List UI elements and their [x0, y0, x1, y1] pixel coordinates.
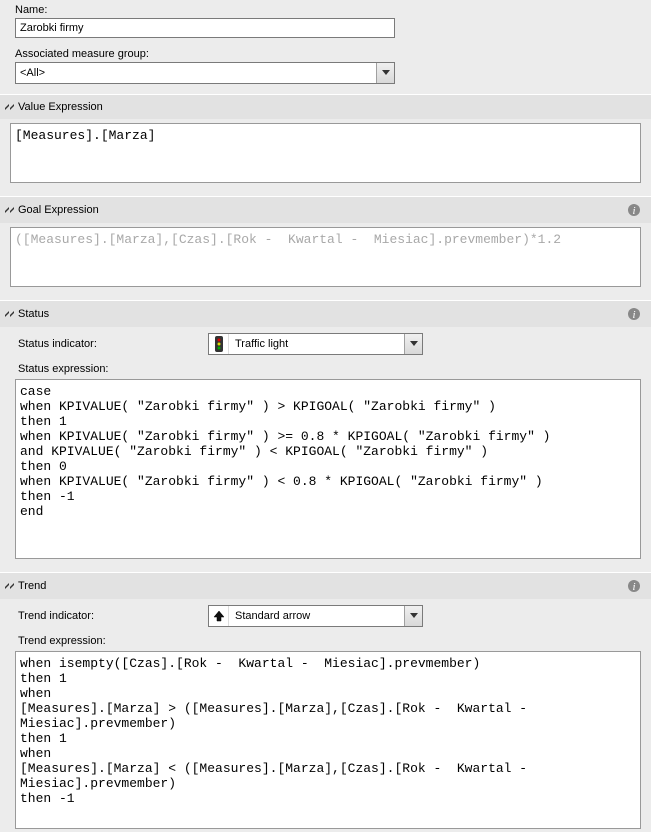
- status-title: Status: [18, 308, 627, 320]
- trend-header[interactable]: Trend i: [0, 572, 651, 599]
- collapse-icon: [4, 206, 14, 215]
- status-expression-textarea[interactable]: [15, 379, 641, 559]
- status-expression-label: Status expression:: [0, 361, 651, 377]
- collapse-icon: [4, 310, 14, 319]
- chevron-down-icon: [382, 70, 390, 76]
- trend-indicator-value: Standard arrow: [229, 610, 404, 622]
- name-label: Name:: [15, 4, 636, 16]
- traffic-light-icon: [209, 334, 229, 354]
- goal-expression-header[interactable]: Goal Expression i: [0, 196, 651, 223]
- trend-indicator-label: Trend indicator:: [18, 610, 208, 622]
- measure-group-label: Associated measure group:: [15, 48, 636, 60]
- dropdown-button[interactable]: [404, 334, 422, 354]
- trend-indicator-select[interactable]: Standard arrow: [208, 605, 423, 627]
- trend-expression-label: Trend expression:: [0, 633, 651, 649]
- info-icon[interactable]: i: [627, 307, 641, 321]
- measure-group-value: <All>: [16, 67, 376, 79]
- name-input[interactable]: [15, 18, 395, 38]
- status-header[interactable]: Status i: [0, 300, 651, 327]
- goal-expression-textarea[interactable]: [10, 227, 641, 287]
- svg-text:i: i: [632, 205, 635, 217]
- value-expression-title: Value Expression: [18, 101, 647, 113]
- arrow-up-icon: [209, 606, 229, 626]
- info-icon[interactable]: i: [627, 203, 641, 217]
- dropdown-button[interactable]: [404, 606, 422, 626]
- chevron-down-icon: [410, 613, 418, 619]
- dropdown-button[interactable]: [376, 63, 394, 83]
- value-expression-header[interactable]: Value Expression: [0, 94, 651, 119]
- goal-expression-title: Goal Expression: [18, 204, 627, 216]
- info-icon[interactable]: i: [627, 579, 641, 593]
- status-indicator-select[interactable]: Traffic light: [208, 333, 423, 355]
- status-indicator-value: Traffic light: [229, 338, 404, 350]
- status-indicator-label: Status indicator:: [18, 338, 208, 350]
- collapse-icon: [4, 582, 14, 591]
- trend-expression-textarea[interactable]: [15, 651, 641, 829]
- svg-text:i: i: [632, 581, 635, 593]
- chevron-down-icon: [410, 341, 418, 347]
- value-expression-textarea[interactable]: [10, 123, 641, 183]
- measure-group-select[interactable]: <All>: [15, 62, 395, 84]
- collapse-icon: [4, 103, 14, 112]
- svg-text:i: i: [632, 309, 635, 321]
- trend-title: Trend: [18, 580, 627, 592]
